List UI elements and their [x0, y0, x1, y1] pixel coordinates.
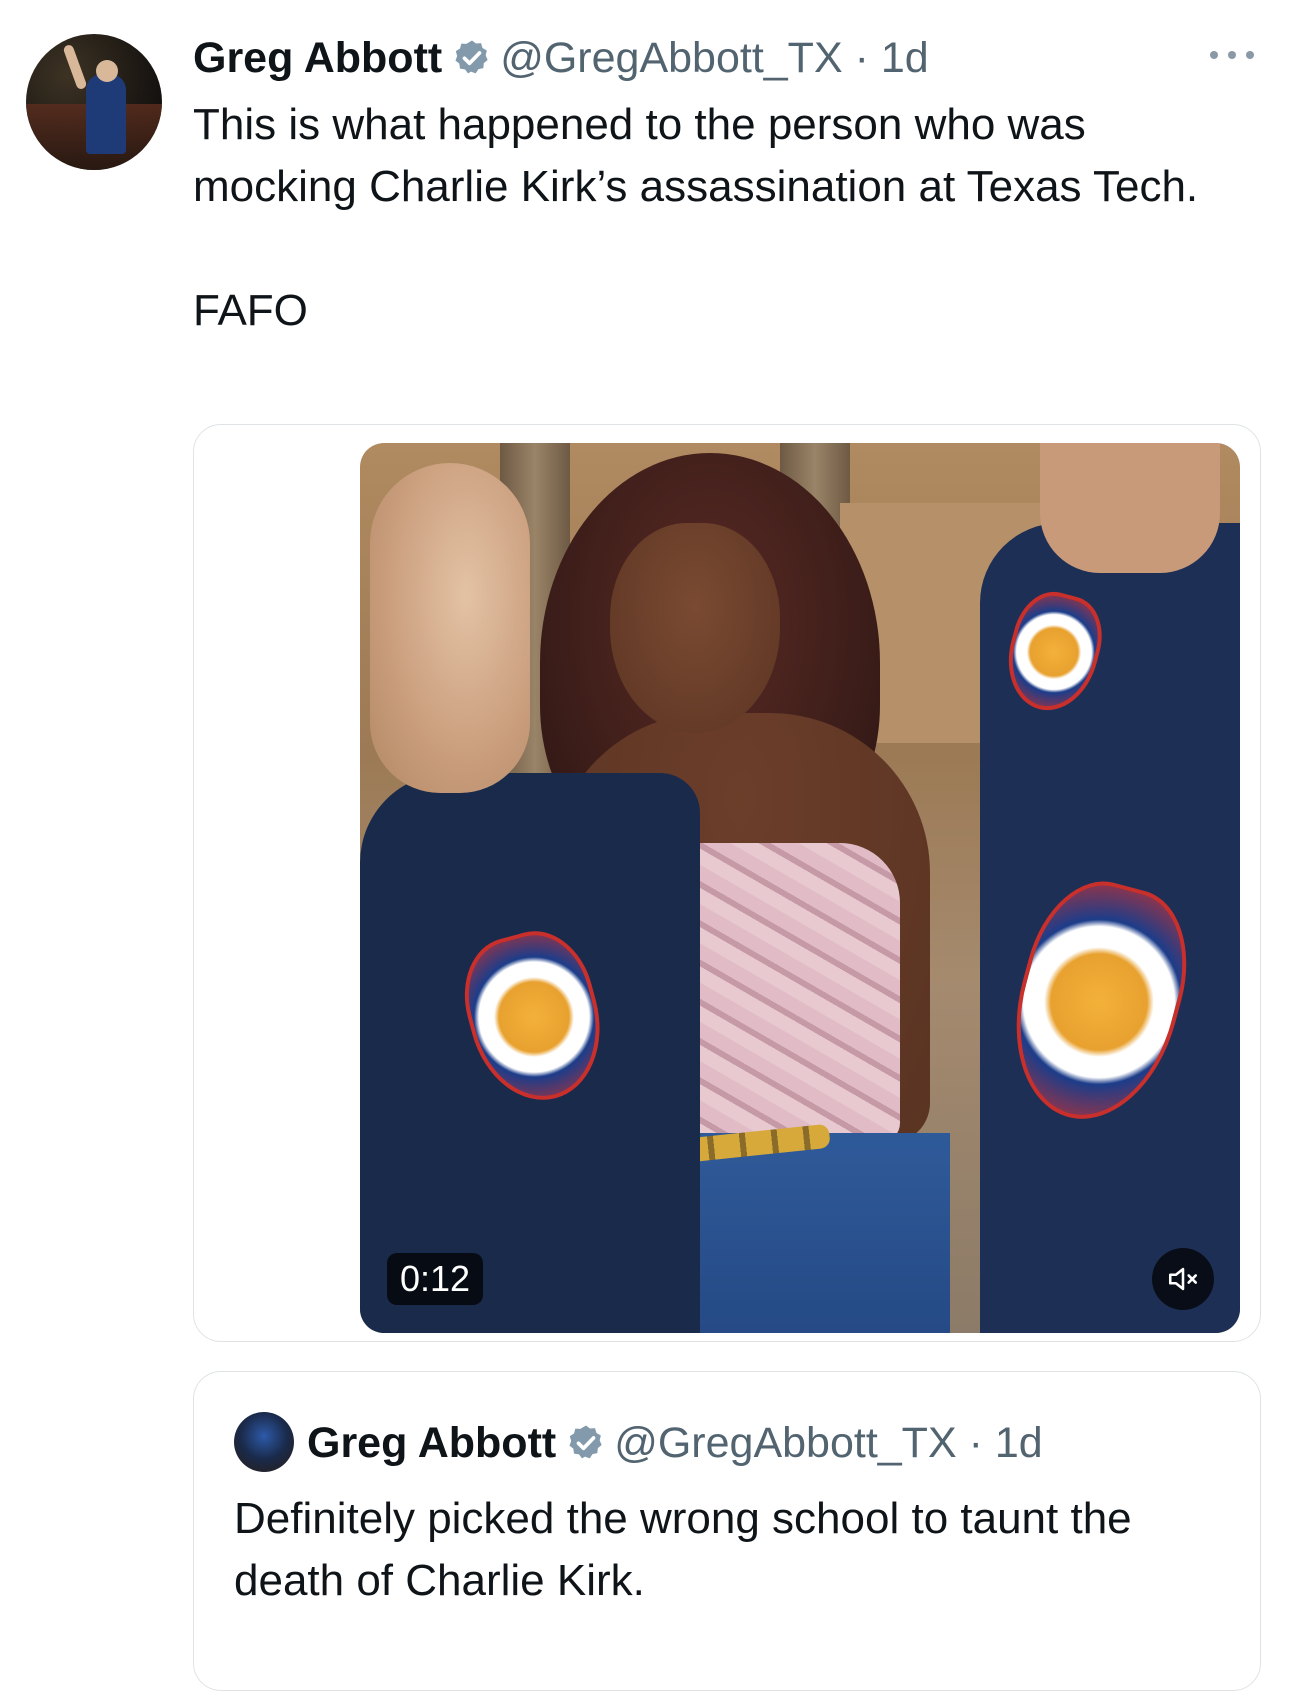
quoted-author-avatar[interactable] — [234, 1412, 294, 1472]
avatar-figure — [86, 74, 126, 154]
officer-left-head — [370, 463, 530, 793]
video-player[interactable] — [360, 443, 1240, 1333]
author-handle-time[interactable]: @GregAbbott_TX · 1d — [500, 34, 928, 83]
officer-right-head — [1040, 443, 1220, 573]
author-name[interactable]: Greg Abbott — [193, 34, 442, 83]
verified-badge-icon — [566, 1423, 606, 1463]
quoted-post-text: Definitely picked the wrong school to ta… — [234, 1494, 1132, 1605]
video-duration: 0:12 — [387, 1253, 483, 1305]
quoted-post-header: Greg Abbott @GregAbbott_TX · 1d — [307, 1416, 1043, 1470]
author-avatar[interactable] — [26, 34, 162, 170]
quoted-author-name[interactable]: Greg Abbott — [307, 1419, 556, 1468]
post-text: This is what happened to the person who … — [193, 100, 1199, 335]
quoted-author-handle-time[interactable]: @GregAbbott_TX · 1d — [614, 1419, 1042, 1468]
verified-badge-icon — [452, 38, 492, 78]
post-header: Greg Abbott @GregAbbott_TX · 1d — [193, 30, 929, 86]
person-face — [610, 523, 780, 733]
speaker-muted-icon[interactable] — [1152, 1248, 1214, 1310]
avatar-arm — [62, 43, 88, 91]
avatar-head — [96, 60, 118, 82]
more-options-icon[interactable] — [1210, 40, 1254, 70]
